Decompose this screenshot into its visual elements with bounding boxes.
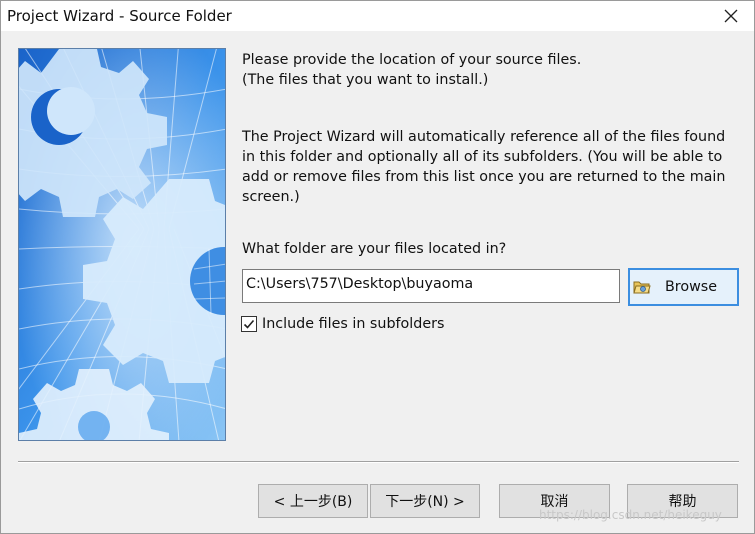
folder-path-input[interactable] — [242, 269, 620, 303]
title-bar[interactable]: Project Wizard - Source Folder — [1, 1, 754, 31]
description-text: The Project Wizard will automatically re… — [242, 127, 725, 207]
window-title: Project Wizard - Source Folder — [7, 7, 232, 25]
description-line-2: in this folder and optionally all of its… — [242, 149, 723, 165]
description-line-1: The Project Wizard will automatically re… — [242, 129, 726, 145]
intro-line-1: Please provide the location of your sour… — [242, 52, 582, 68]
intro-line-2: (The files that you want to install.) — [242, 72, 489, 88]
close-icon — [724, 9, 738, 23]
description-line-4: screen.) — [242, 189, 300, 205]
dialog-window: Project Wizard - Source Folder Please pr… — [0, 0, 755, 534]
back-button[interactable]: < 上一步(B) — [258, 484, 368, 518]
gears-illustration — [19, 49, 225, 440]
browse-button[interactable]: Browse — [628, 268, 739, 306]
include-subfolders-checkbox[interactable] — [241, 316, 257, 332]
footer-separator — [18, 461, 739, 463]
include-subfolders-option[interactable]: Include files in subfolders — [241, 314, 444, 334]
dialog-content: Please provide the location of your sour… — [1, 31, 754, 533]
folder-question-label: What folder are your files located in? — [242, 241, 507, 257]
include-subfolders-label[interactable]: Include files in subfolders — [262, 316, 444, 332]
browse-button-label: Browse — [665, 279, 718, 295]
wizard-banner-image — [18, 48, 226, 441]
folder-icon — [633, 281, 651, 294]
next-button[interactable]: 下一步(N) > — [370, 484, 480, 518]
checkmark-icon — [243, 319, 255, 329]
intro-text: Please provide the location of your sour… — [242, 50, 581, 90]
watermark-text: https://blog.csdn.net/heikeguy — [539, 508, 722, 522]
description-line-3: add or remove files from this list once … — [242, 169, 726, 185]
close-button[interactable] — [708, 1, 754, 31]
